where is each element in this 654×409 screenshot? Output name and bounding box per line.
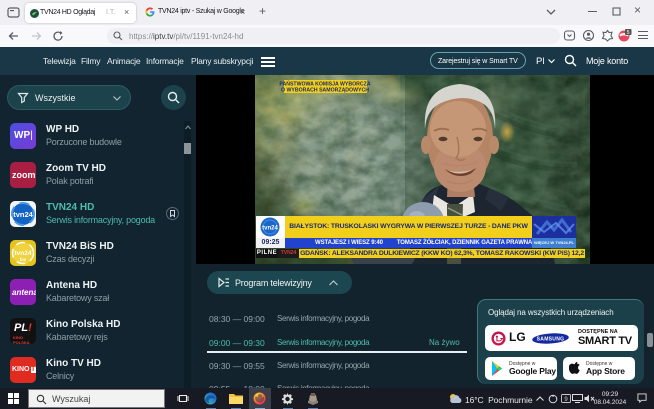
- svg-text:tvn24: tvn24: [15, 250, 32, 257]
- svg-text:bis: bis: [20, 257, 27, 262]
- svg-text:PAŃSTWOWA KOMISJA WYBORCZA: PAŃSTWOWA KOMISJA WYBORCZA: [279, 80, 370, 88]
- svg-text:tvn24: tvn24: [13, 210, 33, 219]
- svg-text:5: 5: [627, 30, 630, 36]
- svg-text:9: 9: [564, 397, 568, 403]
- svg-text:SAMSUNG: SAMSUNG: [537, 337, 565, 343]
- svg-text:tvn24: tvn24: [262, 226, 278, 232]
- svg-text:O WYBORACH SAMORZĄDOWYCH: O WYBORACH SAMORZĄDOWYCH: [281, 88, 369, 94]
